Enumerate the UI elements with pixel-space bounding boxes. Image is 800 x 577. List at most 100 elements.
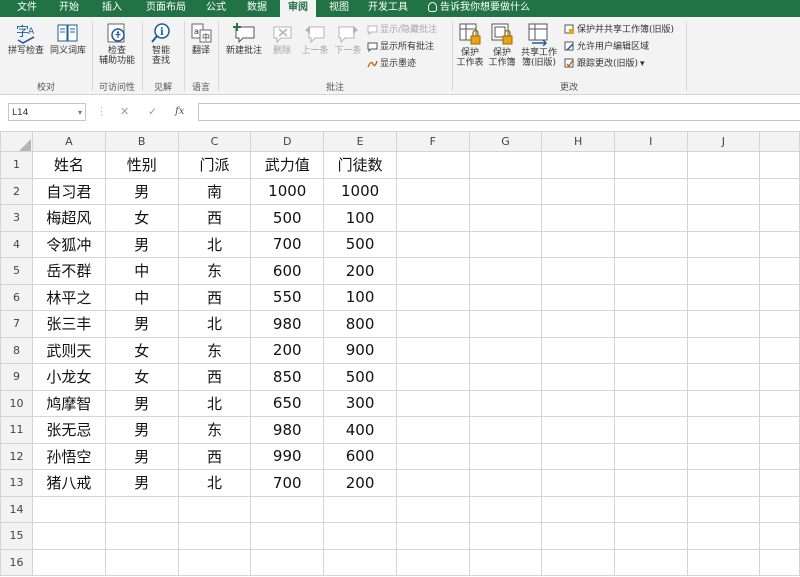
column-header[interactable]: A	[31, 131, 106, 152]
cell[interactable]	[468, 177, 543, 205]
cell[interactable]	[613, 416, 688, 444]
select-all-corner[interactable]	[0, 131, 33, 152]
cell[interactable]	[396, 416, 470, 444]
cell[interactable]	[686, 230, 761, 258]
cell[interactable]	[396, 389, 470, 417]
cell[interactable]: 东	[177, 416, 252, 444]
delete-comment-button[interactable]: 删除	[267, 22, 297, 56]
cell[interactable]: 990	[250, 442, 325, 470]
column-header[interactable]: C	[177, 131, 252, 152]
cell[interactable]	[686, 469, 761, 497]
cell[interactable]	[686, 310, 761, 338]
cell[interactable]: 800	[323, 310, 398, 338]
share-workbook-button[interactable]: 共享工作 簿(旧版)	[519, 22, 559, 68]
cell[interactable]	[396, 442, 470, 470]
cell[interactable]: 女	[104, 336, 179, 364]
tab-page-layout[interactable]: 页面布局	[138, 0, 194, 17]
cell[interactable]	[396, 204, 470, 232]
cell[interactable]	[541, 442, 615, 470]
cell[interactable]	[759, 469, 800, 497]
cell[interactable]: 600	[250, 257, 325, 285]
cell[interactable]	[468, 442, 543, 470]
cell[interactable]: 西	[177, 283, 252, 311]
cell[interactable]: 男	[104, 416, 179, 444]
tab-insert[interactable]: 插入	[93, 0, 131, 17]
row-header[interactable]: 3	[0, 204, 33, 232]
cell[interactable]	[759, 257, 800, 285]
cell[interactable]	[31, 495, 106, 523]
check-accessibility-button[interactable]: 检查 辅助功能	[95, 22, 139, 66]
cell[interactable]: 东	[177, 336, 252, 364]
cell[interactable]: 张无忌	[31, 416, 106, 444]
cell[interactable]	[104, 495, 179, 523]
smart-lookup-button[interactable]: i 智能 查找	[146, 22, 176, 66]
show-all-comments-button[interactable]: 显示所有批注	[367, 41, 434, 53]
cell[interactable]: 女	[104, 204, 179, 232]
cell[interactable]	[759, 495, 800, 523]
row-header[interactable]: 14	[0, 495, 33, 523]
cell[interactable]	[31, 548, 106, 576]
tell-me-box[interactable]: 告诉我你想要做什么	[428, 0, 530, 17]
cell[interactable]: 男	[104, 177, 179, 205]
cell[interactable]	[468, 389, 543, 417]
cell[interactable]: 300	[323, 389, 398, 417]
cell[interactable]	[613, 310, 688, 338]
new-comment-button[interactable]: 新建批注	[222, 22, 266, 56]
cell[interactable]: 中	[104, 283, 179, 311]
cell[interactable]: 男	[104, 230, 179, 258]
row-header[interactable]: 10	[0, 389, 33, 417]
allow-edit-ranges-button[interactable]: 允许用户编辑区域	[564, 41, 649, 53]
cell[interactable]: 岳不群	[31, 257, 106, 285]
insert-function-icon[interactable]: fx	[175, 103, 184, 121]
cell[interactable]: 门徒数	[323, 151, 398, 179]
cell[interactable]	[686, 204, 761, 232]
cell[interactable]	[541, 204, 615, 232]
cell[interactable]	[613, 257, 688, 285]
show-hide-comment-button[interactable]: 显示/隐藏批注	[367, 24, 437, 36]
cell[interactable]	[686, 495, 761, 523]
cell[interactable]: 鸠摩智	[31, 389, 106, 417]
cell[interactable]: 小龙女	[31, 363, 106, 391]
cell[interactable]	[396, 151, 470, 179]
enter-icon[interactable]: ✓	[148, 103, 157, 121]
cell[interactable]	[759, 548, 800, 576]
cell[interactable]: 门派	[177, 151, 252, 179]
row-header[interactable]: 1	[0, 151, 33, 179]
row-header[interactable]: 9	[0, 363, 33, 391]
cell[interactable]	[541, 283, 615, 311]
cell[interactable]	[759, 363, 800, 391]
cell[interactable]	[396, 469, 470, 497]
cell[interactable]	[759, 442, 800, 470]
column-header[interactable]: B	[104, 131, 179, 152]
cell[interactable]	[541, 389, 615, 417]
column-header[interactable]: D	[250, 131, 325, 152]
cell[interactable]	[541, 336, 615, 364]
row-header[interactable]: 13	[0, 469, 33, 497]
cell[interactable]: 北	[177, 389, 252, 417]
track-changes-button[interactable]: 跟踪更改(旧版) ▾	[564, 58, 645, 70]
cell[interactable]	[468, 204, 543, 232]
row-header[interactable]: 12	[0, 442, 33, 470]
cell[interactable]: 中	[104, 257, 179, 285]
cell[interactable]	[686, 548, 761, 576]
cell[interactable]: 北	[177, 469, 252, 497]
cell[interactable]	[686, 416, 761, 444]
cell[interactable]	[468, 151, 543, 179]
cell[interactable]: 东	[177, 257, 252, 285]
cell[interactable]	[541, 230, 615, 258]
translate-button[interactable]: a 中 翻译	[187, 22, 215, 56]
cell[interactable]	[177, 495, 252, 523]
cell[interactable]	[468, 336, 543, 364]
cell[interactable]	[541, 151, 615, 179]
cell[interactable]: 南	[177, 177, 252, 205]
tab-developer[interactable]: 开发工具	[362, 0, 414, 17]
cell[interactable]: 北	[177, 310, 252, 338]
cell[interactable]: 猪八戒	[31, 469, 106, 497]
cell[interactable]: 500	[323, 230, 398, 258]
cell[interactable]: 女	[104, 363, 179, 391]
cell[interactable]	[541, 363, 615, 391]
row-header[interactable]: 16	[0, 548, 33, 576]
cell[interactable]	[686, 336, 761, 364]
cell[interactable]	[396, 522, 470, 550]
cell[interactable]	[396, 495, 470, 523]
